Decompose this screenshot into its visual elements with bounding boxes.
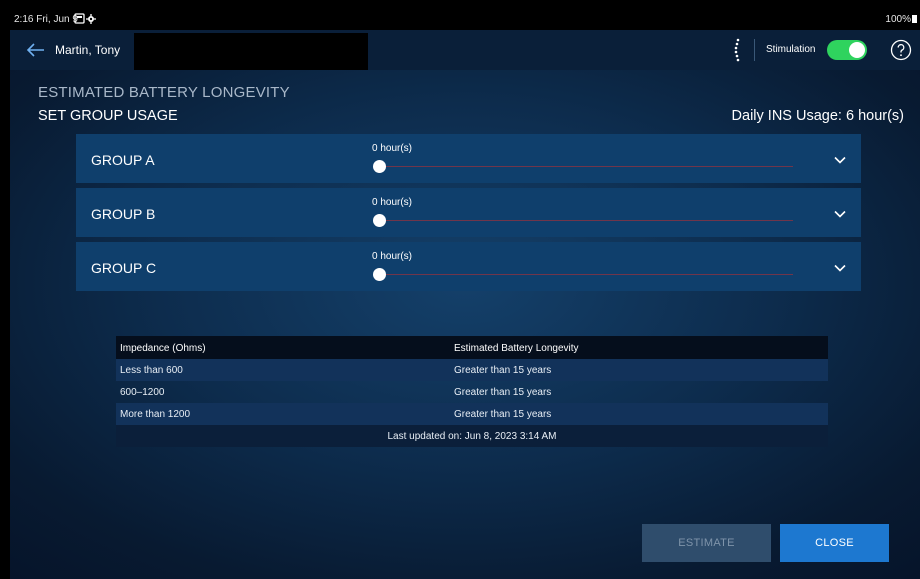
group-name: GROUP B: [91, 206, 156, 222]
group-hours-label: 0 hour(s): [372, 251, 413, 262]
column-header: Estimated Battery Longevity: [454, 343, 579, 354]
usage-slider-thumb[interactable]: [373, 160, 386, 173]
group-row-a[interactable]: GROUP A 0 hour(s): [76, 134, 861, 183]
last-updated-text: Last updated on: Jun 8, 2023 3:14 AM: [387, 431, 557, 442]
status-time: 2:16 Fri, Jun 9: [14, 14, 78, 25]
spine-icon: [734, 38, 740, 62]
table-cell: More than 1200: [120, 409, 191, 420]
usage-slider-track[interactable]: [381, 220, 793, 221]
chevron-down-icon[interactable]: [834, 156, 846, 164]
notification-icons: [74, 13, 96, 24]
group-name: GROUP A: [91, 152, 155, 168]
usage-slider-track[interactable]: [381, 166, 793, 167]
app-header: Martin, Tony Stimulation: [10, 30, 920, 70]
section-subtitle: SET GROUP USAGE: [38, 108, 178, 124]
table-cell: Greater than 15 years: [454, 409, 552, 420]
battery-indicator: 100%: [885, 14, 917, 25]
column-header: Impedance (Ohms): [120, 343, 206, 354]
patient-name: Martin, Tony: [55, 43, 121, 57]
usage-slider-thumb[interactable]: [373, 214, 386, 227]
table-cell: 600–1200: [120, 387, 165, 398]
help-icon[interactable]: [890, 39, 912, 61]
table-footer-row: Last updated on: Jun 8, 2023 3:14 AM: [116, 425, 828, 447]
longevity-table: Impedance (Ohms) Estimated Battery Longe…: [116, 336, 828, 447]
toggle-knob: [849, 42, 865, 58]
table-header-row: Impedance (Ohms) Estimated Battery Longe…: [116, 336, 828, 359]
group-row-c[interactable]: GROUP C 0 hour(s): [76, 242, 861, 291]
redacted-area: [134, 33, 368, 70]
daily-usage-label: Daily INS Usage: 6 hour(s): [731, 108, 904, 124]
chevron-down-icon[interactable]: [834, 264, 846, 272]
table-row: More than 1200 Greater than 15 years: [116, 403, 828, 425]
table-cell: Less than 600: [120, 365, 183, 376]
app-frame: 2:16 Fri, Jun 9 100% Martin, Tony Stimul…: [10, 10, 920, 579]
estimate-button[interactable]: ESTIMATE: [642, 524, 771, 562]
header-divider: [754, 39, 755, 61]
group-hours-label: 0 hour(s): [372, 197, 413, 208]
battery-level: 100%: [885, 14, 911, 25]
table-cell: Greater than 15 years: [454, 387, 552, 398]
table-cell: Greater than 15 years: [454, 365, 552, 376]
close-button[interactable]: CLOSE: [780, 524, 889, 562]
table-row: 600–1200 Greater than 15 years: [116, 381, 828, 403]
group-row-b[interactable]: GROUP B 0 hour(s): [76, 188, 861, 237]
usage-slider-thumb[interactable]: [373, 268, 386, 281]
chevron-down-icon[interactable]: [834, 210, 846, 218]
table-row: Less than 600 Greater than 15 years: [116, 359, 828, 381]
group-hours-label: 0 hour(s): [372, 143, 413, 154]
battery-icon: [912, 15, 917, 23]
stimulation-label: Stimulation: [766, 44, 816, 55]
status-bar: 2:16 Fri, Jun 9 100%: [10, 10, 920, 30]
back-arrow-icon[interactable]: [24, 40, 46, 60]
stimulation-toggle[interactable]: [827, 40, 867, 60]
usage-slider-track[interactable]: [381, 274, 793, 275]
page-title: ESTIMATED BATTERY LONGEVITY: [38, 84, 290, 101]
group-name: GROUP C: [91, 260, 157, 276]
